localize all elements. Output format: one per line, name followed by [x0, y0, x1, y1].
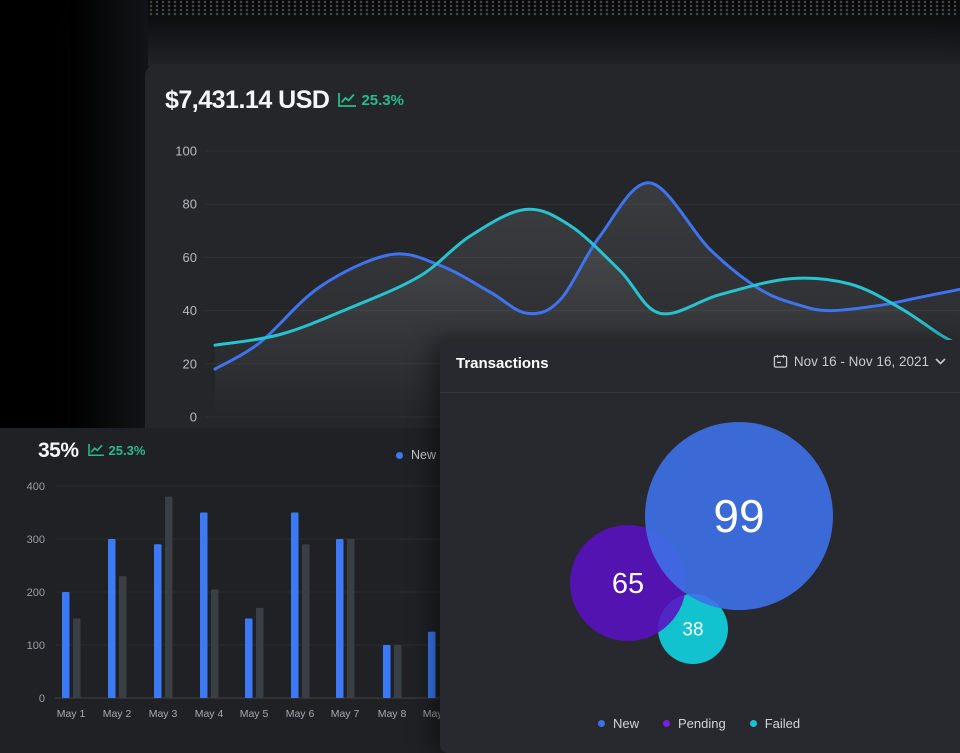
- legend-label: Pending: [678, 716, 726, 731]
- svg-text:40: 40: [183, 303, 197, 318]
- x-axis-labels: May 1 May 2 May 3 May 4 May 5 May 6 May 7 May 8…: [57, 708, 450, 720]
- svg-text:99: 99: [713, 490, 764, 542]
- legend-dot: [663, 720, 670, 727]
- svg-text:0: 0: [190, 410, 197, 425]
- legend-label: Failed: [765, 716, 800, 731]
- left-shadow-fade: [70, 0, 148, 436]
- svg-text:400: 400: [27, 481, 45, 493]
- transactions-legend-item-failed[interactable]: Failed: [750, 716, 800, 731]
- legend-dot: [750, 720, 757, 727]
- svg-text:100: 100: [175, 144, 197, 159]
- svg-text:May 4: May 4: [195, 708, 224, 720]
- noise-speckle: [70, 0, 960, 16]
- svg-text:200: 200: [27, 587, 45, 599]
- legend-dot: [598, 720, 605, 727]
- svg-text:May 2: May 2: [103, 708, 132, 720]
- dashboard-page: $7,431.14 USD 25.3% 100806040200: [0, 0, 960, 753]
- legend-label: New: [613, 716, 639, 731]
- date-range-picker[interactable]: Nov 16 - Nov 16, 2021: [773, 354, 946, 369]
- svg-text:60: 60: [183, 250, 197, 265]
- header-divider: [440, 392, 960, 393]
- daily-bar-card: 35% 25.3% New 4003002001000 May 1May 2Ma…: [0, 428, 450, 753]
- transactions-title: Transactions: [456, 355, 549, 372]
- y-axis-labels: 400 300 200 100 0: [27, 481, 45, 705]
- svg-text:May 3: May 3: [149, 708, 178, 720]
- calendar-icon: [773, 354, 788, 369]
- transactions-legend-item-pending[interactable]: Pending: [663, 716, 726, 731]
- chevron-down-icon: [935, 358, 946, 365]
- daily-bar-chart: 4003002001000 May 1May 2May 3May 4May 5M…: [0, 428, 450, 753]
- svg-text:65: 65: [612, 568, 644, 600]
- transactions-card: Transactions Nov 16 - Nov 16, 2021 38 65 9…: [440, 340, 960, 753]
- transactions-legend: New Pending Failed: [598, 716, 800, 731]
- transactions-bubble-chart: 38 65 99: [440, 400, 960, 753]
- date-range-label: Nov 16 - Nov 16, 2021: [794, 354, 929, 369]
- svg-text:80: 80: [183, 197, 197, 212]
- svg-text:May 1: May 1: [57, 708, 86, 720]
- svg-text:300: 300: [27, 534, 45, 546]
- y-axis-labels: 100 80 60 40 20 0: [175, 144, 197, 425]
- svg-text:May 6: May 6: [286, 708, 315, 720]
- transactions-legend-item-new[interactable]: New: [598, 716, 639, 731]
- svg-text:100: 100: [27, 640, 45, 652]
- svg-text:May 5: May 5: [240, 708, 269, 720]
- svg-text:0: 0: [39, 693, 45, 705]
- svg-text:May 7: May 7: [331, 708, 360, 720]
- svg-text:38: 38: [682, 620, 703, 641]
- svg-text:20: 20: [183, 356, 197, 371]
- svg-text:May 8: May 8: [378, 708, 407, 720]
- transactions-header: Transactions Nov 16 - Nov 16, 2021: [440, 340, 960, 392]
- bar-series: [62, 497, 436, 698]
